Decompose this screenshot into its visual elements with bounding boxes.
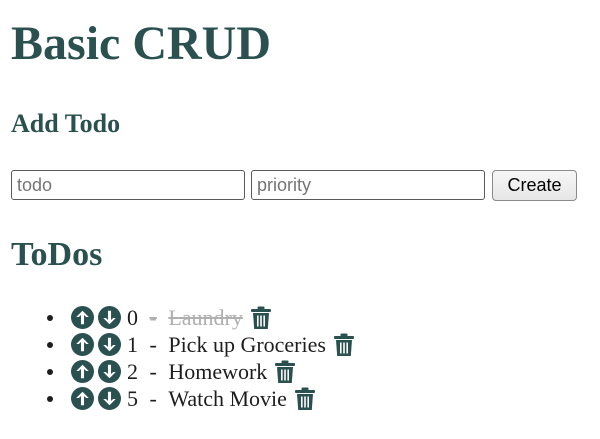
- todo-item-text: 5 - Watch Movie: [125, 385, 287, 412]
- todo-label[interactable]: Homework: [168, 359, 267, 384]
- add-todo-heading: Add Todo: [11, 109, 121, 138]
- priority-input[interactable]: [251, 170, 485, 200]
- arrow-circle-down-icon[interactable]: [98, 387, 121, 410]
- todo-separator: -: [149, 359, 157, 384]
- todo-priority: 1: [127, 332, 138, 357]
- todo-separator: -: [149, 386, 157, 411]
- todo-label[interactable]: Laundry: [168, 305, 243, 330]
- list-bullet: [47, 369, 53, 375]
- todo-separator: -: [149, 332, 157, 357]
- todo-item: 5 - Watch Movie: [11, 385, 355, 412]
- todo-item: 2 - Homework: [11, 358, 355, 385]
- trash-icon[interactable]: [294, 387, 316, 411]
- list-bullet: [47, 396, 53, 402]
- arrow-circle-up-icon[interactable]: [71, 306, 94, 329]
- todo-item-text: 1 - Pick up Groceries: [125, 331, 326, 358]
- arrow-circle-down-icon[interactable]: [98, 333, 121, 356]
- todo-priority: 2: [127, 359, 138, 384]
- arrow-circle-up-icon[interactable]: [71, 333, 94, 356]
- trash-icon[interactable]: [250, 306, 272, 330]
- trash-icon[interactable]: [274, 360, 296, 384]
- arrow-circle-up-icon[interactable]: [71, 360, 94, 383]
- todo-item: 0 - Laundry: [11, 304, 355, 331]
- trash-icon[interactable]: [333, 333, 355, 357]
- todo-item-text: 2 - Homework: [125, 358, 267, 385]
- list-bullet: [47, 315, 53, 321]
- todo-priority: 5: [127, 386, 138, 411]
- todo-item: 1 - Pick up Groceries: [11, 331, 355, 358]
- create-button[interactable]: Create: [492, 170, 577, 201]
- list-bullet: [47, 342, 53, 348]
- arrow-circle-down-icon[interactable]: [98, 360, 121, 383]
- page-title: Basic CRUD: [11, 17, 271, 70]
- todo-label[interactable]: Watch Movie: [168, 386, 287, 411]
- todo-label[interactable]: Pick up Groceries: [168, 332, 326, 357]
- todo-list: 0 - Laundry 1 - Pick up Groceries 2 - Ho…: [11, 304, 355, 412]
- todo-priority: 0: [127, 305, 138, 330]
- todo-separator: -: [149, 305, 157, 330]
- todo-input[interactable]: [11, 170, 245, 200]
- add-todo-form: Create: [11, 170, 581, 202]
- todo-item-text: 0 - Laundry: [125, 304, 243, 331]
- arrow-circle-up-icon[interactable]: [71, 387, 94, 410]
- todos-heading: ToDos: [11, 236, 103, 273]
- arrow-circle-down-icon[interactable]: [98, 306, 121, 329]
